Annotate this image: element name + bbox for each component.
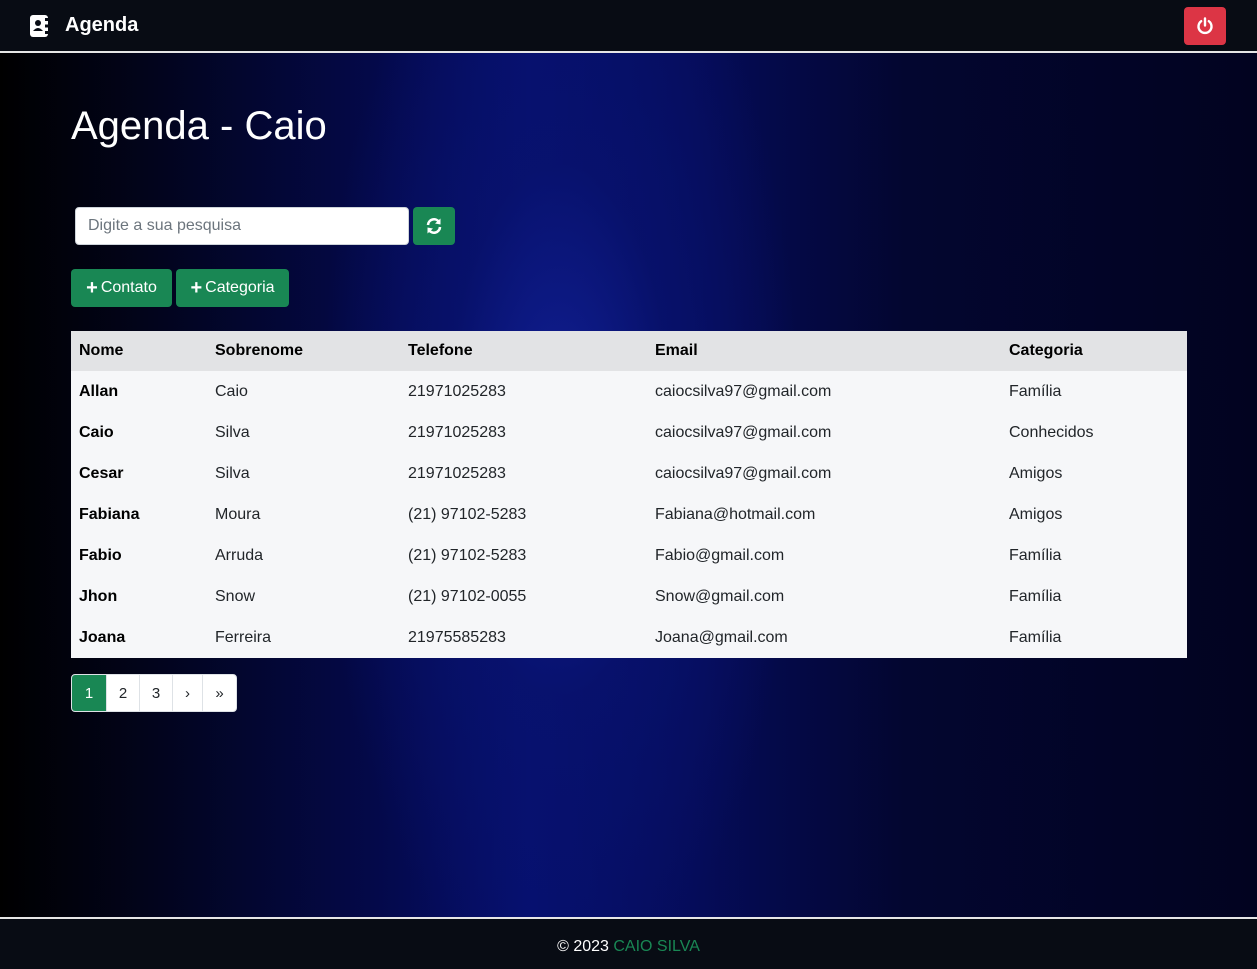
cell-nome: Cesar (79, 464, 124, 482)
cell-sobrenome: Snow (215, 587, 256, 605)
cell-telefone: (21) 97102-0055 (408, 587, 527, 605)
power-icon (1197, 17, 1213, 35)
cell-categoria: Família (1009, 628, 1062, 646)
column-header-sobrenome: Sobrenome (215, 342, 304, 359)
column-header-telefone: Telefone (408, 342, 473, 359)
cell-email: Fabiana@hotmail.com (655, 505, 816, 523)
add-category-button[interactable]: + Categoria (176, 269, 289, 307)
cell-email: Snow@gmail.com (655, 587, 785, 605)
page-last-button[interactable]: » (202, 675, 236, 711)
column-header-email: Email (655, 342, 698, 359)
cell-email: caiocsilva97@gmail.com (655, 423, 832, 441)
add-contact-button[interactable]: + Contato (71, 269, 172, 307)
add-category-label: Categoria (205, 279, 275, 296)
table-header-row: Nome Sobrenome Telefone Email Categoria (71, 331, 1187, 371)
footer-author-link[interactable]: CAIO SILVA (613, 938, 700, 955)
cell-nome: Caio (79, 423, 114, 441)
cell-sobrenome: Silva (215, 464, 250, 482)
table-row[interactable]: Caio Silva 21971025283 caiocsilva97@gmai… (71, 412, 1187, 453)
footer-copyright: © 2023 (557, 938, 609, 955)
cell-email: Fabio@gmail.com (655, 546, 785, 564)
column-header-nome: Nome (79, 342, 124, 359)
cell-sobrenome: Ferreira (215, 628, 272, 646)
cell-telefone: (21) 97102-5283 (408, 546, 527, 564)
navbar: Agenda (0, 0, 1257, 53)
cell-categoria: Amigos (1009, 505, 1063, 523)
page-link-2[interactable]: 2 (106, 675, 139, 711)
cell-categoria: Família (1009, 546, 1062, 564)
pagination: 1 2 3 › » (71, 674, 237, 712)
plus-icon: + (190, 277, 203, 299)
table-row[interactable]: Cesar Silva 21971025283 caiocsilva97@gma… (71, 453, 1187, 494)
cell-email: caiocsilva97@gmail.com (655, 382, 832, 400)
column-header-categoria: Categoria (1009, 342, 1083, 359)
search-input[interactable] (75, 207, 409, 245)
cell-sobrenome: Arruda (215, 546, 264, 564)
cell-telefone: 21975585283 (408, 628, 506, 646)
cell-sobrenome: Caio (215, 382, 248, 400)
cell-telefone: 21971025283 (408, 464, 506, 482)
cell-telefone: 21971025283 (408, 382, 506, 400)
address-book-icon (30, 14, 48, 37)
brand-label: Agenda (65, 14, 139, 36)
cell-categoria: Família (1009, 382, 1062, 400)
cell-telefone: (21) 97102-5283 (408, 505, 527, 523)
table-row[interactable]: Jhon Snow (21) 97102-0055 Snow@gmail.com… (71, 576, 1187, 617)
refresh-button[interactable] (413, 207, 455, 245)
cell-nome: Fabio (79, 546, 122, 564)
cell-nome: Joana (79, 628, 126, 646)
page-link-3[interactable]: 3 (139, 675, 172, 711)
table-row[interactable]: Joana Ferreira 21975585283 Joana@gmail.c… (71, 617, 1187, 658)
cell-nome: Allan (79, 382, 119, 400)
cell-categoria: Conhecidos (1009, 423, 1094, 441)
brand[interactable]: Agenda (30, 14, 138, 37)
cell-email: Joana@gmail.com (655, 628, 788, 646)
cell-sobrenome: Silva (215, 423, 250, 441)
cell-nome: Fabiana (79, 505, 140, 523)
logout-button[interactable] (1184, 7, 1226, 45)
plus-icon: + (86, 277, 98, 299)
cell-categoria: Família (1009, 587, 1062, 605)
table-row[interactable]: Allan Caio 21971025283 caiocsilva97@gmai… (71, 371, 1187, 412)
page-title: Agenda - Caio (71, 104, 327, 148)
add-contact-label: Contato (100, 279, 157, 296)
page-next-button[interactable]: › (172, 675, 202, 711)
table-row[interactable]: Fabiana Moura (21) 97102-5283 Fabiana@ho… (71, 494, 1187, 535)
refresh-icon (426, 218, 442, 234)
cell-sobrenome: Moura (215, 505, 261, 523)
cell-telefone: 21971025283 (408, 423, 506, 441)
cell-email: caiocsilva97@gmail.com (655, 464, 832, 482)
footer: © 2023 CAIO SILVA (0, 917, 1257, 969)
contacts-table: Nome Sobrenome Telefone Email Categoria … (71, 331, 1187, 658)
page-link-1[interactable]: 1 (72, 675, 106, 711)
cell-nome: Jhon (79, 587, 118, 605)
cell-categoria: Amigos (1009, 464, 1063, 482)
table-row[interactable]: Fabio Arruda (21) 97102-5283 Fabio@gmail… (71, 535, 1187, 576)
